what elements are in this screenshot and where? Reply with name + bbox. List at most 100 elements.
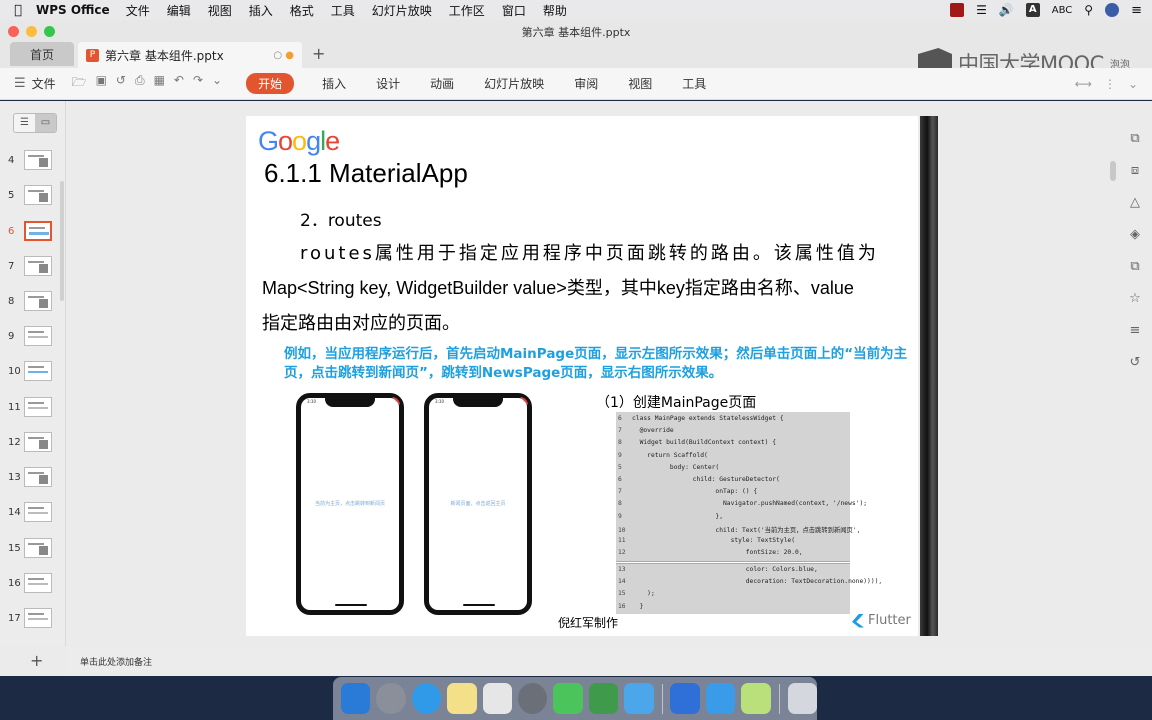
- slide-thumbnail[interactable]: 17: [8, 606, 54, 630]
- example-text[interactable]: 例如，当应用程序运行后，首先启动MainPage页面，显示左图所示效果；然后单击…: [284, 345, 914, 383]
- phone-home-indicator: [463, 604, 495, 606]
- outline-view-icon[interactable]: ☰: [14, 114, 35, 132]
- style-icon[interactable]: △: [1118, 195, 1152, 227]
- code-line-text: Widget build(BuildContext context) {: [632, 439, 777, 447]
- notes-field[interactable]: 单击此处添加备注: [66, 647, 1152, 676]
- slide-thumbnail[interactable]: 9: [8, 324, 54, 348]
- code-line: 13 color: Colors.blue,: [618, 566, 818, 573]
- code-block[interactable]: 6 class MainPage extends StatelessWidget …: [616, 412, 882, 614]
- safari-icon[interactable]: [411, 683, 442, 714]
- canvas-scrollbar[interactable]: [1110, 161, 1116, 181]
- slide-subheading[interactable]: 2．routes: [300, 206, 382, 231]
- thumbnail-view-icon[interactable]: ▭: [35, 114, 56, 132]
- more-icon[interactable]: ⋮: [1104, 77, 1116, 91]
- history-icon[interactable]: ↺: [1118, 355, 1152, 387]
- animation-icon[interactable]: ◈: [1118, 227, 1152, 259]
- menu-view[interactable]: 视图: [208, 2, 232, 19]
- menu-edit[interactable]: 编辑: [167, 2, 191, 19]
- apple-icon[interactable]: : [0, 3, 36, 18]
- thumbnail-scrollbar[interactable]: [60, 181, 64, 301]
- undo-icon[interactable]: ↶: [174, 73, 184, 94]
- export-icon[interactable]: ↺: [116, 73, 126, 94]
- xcode-icon[interactable]: [705, 683, 736, 714]
- record-icon[interactable]: [950, 3, 965, 17]
- hamburger-menu-icon[interactable]: ☰: [14, 76, 26, 91]
- notification-center-icon[interactable]: ≡: [1131, 3, 1142, 18]
- menu-format[interactable]: 格式: [290, 2, 314, 19]
- slide-thumbnail[interactable]: 10: [8, 359, 54, 383]
- code-title[interactable]: （1）创建MainPage页面: [596, 392, 756, 412]
- tab-start[interactable]: 开始: [246, 73, 295, 94]
- slide-title[interactable]: 6.1.1 MaterialApp: [264, 158, 468, 189]
- tab-document[interactable]: P 第六章 基本组件.pptx ○ ●: [78, 42, 302, 68]
- menu-window[interactable]: 窗口: [502, 2, 526, 19]
- print-preview-icon[interactable]: ▦: [154, 73, 165, 94]
- app-menu[interactable]: WPS Office: [36, 3, 110, 17]
- slide-thumbnail[interactable]: 15: [8, 536, 54, 560]
- tab-insert[interactable]: 插入: [322, 75, 346, 92]
- view-toggle[interactable]: ☰ ▭: [13, 113, 57, 133]
- input-source-icon[interactable]: A: [1025, 3, 1040, 17]
- finder-icon[interactable]: [341, 683, 371, 714]
- format-icon[interactable]: ⧉: [1118, 131, 1152, 163]
- tab-animation[interactable]: 动画: [430, 75, 454, 92]
- tab-design[interactable]: 设计: [376, 75, 400, 92]
- tab-review[interactable]: 审阅: [574, 75, 598, 92]
- slide-thumbnail[interactable]: 12: [8, 430, 54, 454]
- system-preferences-icon[interactable]: [517, 683, 548, 714]
- open-icon[interactable]: 🗁: [72, 73, 87, 94]
- file-menu-button[interactable]: 文件: [32, 75, 56, 92]
- tab-home[interactable]: 首页: [10, 42, 74, 66]
- volume-icon[interactable]: 🔊: [999, 3, 1014, 17]
- wifi-icon[interactable]: ☰: [976, 3, 987, 17]
- slide-preview: [24, 150, 52, 170]
- menu-help[interactable]: 帮助: [543, 2, 567, 19]
- slide-thumbnail[interactable]: 13: [8, 465, 54, 489]
- phone-mockup-main[interactable]: 3:30 当前为主页，点击跳转到新闻页: [296, 393, 404, 615]
- launchpad-icon[interactable]: [376, 683, 406, 714]
- menu-file[interactable]: 文件: [126, 2, 150, 19]
- customize-chevron-icon[interactable]: ⌄: [212, 73, 222, 94]
- tab-tools[interactable]: 工具: [682, 75, 706, 92]
- menu-workspace[interactable]: 工作区: [449, 2, 485, 19]
- menu-tools[interactable]: 工具: [331, 2, 355, 19]
- layers-icon[interactable]: ⧉: [1118, 259, 1152, 291]
- wps-writer-icon[interactable]: [670, 683, 700, 714]
- notes-icon[interactable]: [447, 683, 477, 714]
- shape-icon[interactable]: ⧈: [1118, 163, 1152, 195]
- tab-slideshow[interactable]: 幻灯片放映: [484, 75, 544, 92]
- menu-slideshow[interactable]: 幻灯片放映: [372, 2, 432, 19]
- menu-insert[interactable]: 插入: [249, 2, 273, 19]
- siri-icon[interactable]: [1105, 3, 1120, 17]
- slide-thumbnail[interactable]: 4: [8, 148, 54, 172]
- slide-thumbnail[interactable]: 7: [8, 254, 54, 278]
- document-icon[interactable]: [741, 683, 771, 714]
- slide-thumbnail-selected[interactable]: 6: [8, 219, 54, 243]
- author-credit[interactable]: 倪红军制作: [558, 614, 618, 631]
- slide-thumbnail[interactable]: 14: [8, 500, 54, 524]
- trash-icon[interactable]: [787, 683, 817, 714]
- slide-thumbnail[interactable]: 5: [8, 183, 54, 207]
- tab-view[interactable]: 视图: [628, 75, 652, 92]
- slide-canvas[interactable]: Google 6.1.1 MaterialApp 2．routes routes…: [246, 116, 918, 636]
- slide-thumbnail[interactable]: 11: [8, 395, 54, 419]
- redo-icon[interactable]: ↷: [193, 73, 203, 94]
- collapse-chevron-icon[interactable]: ⌄: [1128, 77, 1138, 91]
- wechat-icon[interactable]: [553, 683, 583, 714]
- settings-icon[interactable]: ≡: [1118, 323, 1152, 355]
- slide-preview: [24, 256, 52, 276]
- slide-paragraph[interactable]: routes属性用于指定应用程序中页面跳转的路由。该属性值为 Map<Strin…: [262, 236, 904, 341]
- folder-icon[interactable]: [624, 683, 654, 714]
- star-icon[interactable]: ☆: [1118, 291, 1152, 323]
- add-slide-button[interactable]: +: [30, 651, 43, 670]
- share-icon[interactable]: ⟷: [1075, 77, 1092, 91]
- android-studio-icon[interactable]: [588, 683, 619, 714]
- slide-thumbnail[interactable]: 16: [8, 571, 54, 595]
- phone-mockup-news[interactable]: 3:30 新闻页面，点击返回主页: [424, 393, 532, 615]
- screenshot-icon[interactable]: [482, 683, 512, 714]
- print-icon[interactable]: ⎙: [135, 73, 145, 94]
- new-tab-button[interactable]: +: [312, 44, 325, 63]
- search-icon[interactable]: ⚲: [1084, 3, 1093, 17]
- save-icon[interactable]: ▣: [96, 73, 107, 94]
- slide-thumbnail[interactable]: 8: [8, 289, 54, 313]
